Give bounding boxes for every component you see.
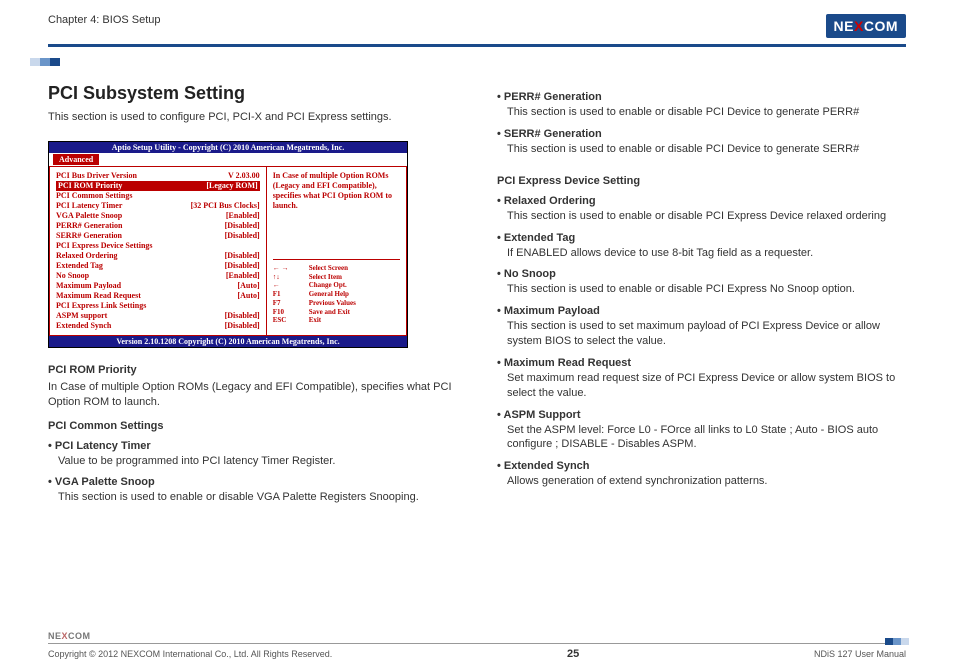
- bios-titlebar: Aptio Setup Utility - Copyright (C) 2010…: [49, 142, 407, 153]
- bios-row: PCI Common Settings: [56, 191, 260, 201]
- bios-screenshot: Aptio Setup Utility - Copyright (C) 2010…: [48, 141, 408, 348]
- bios-help-panel: In Case of multiple Option ROMs (Legacy …: [267, 167, 407, 336]
- bios-help-row: ← →Select Screen: [273, 264, 400, 273]
- bios-help-row: ←Change Opt.: [273, 281, 400, 290]
- bios-row: Relaxed Ordering[Disabled]: [56, 251, 260, 261]
- bios-row: PERR# Generation[Disabled]: [56, 221, 260, 231]
- bios-row: No Snoop[Enabled]: [56, 271, 260, 281]
- relaxed-ordering-head: Relaxed Ordering: [497, 195, 906, 207]
- bios-row: Maximum Read Request[Auto]: [56, 291, 260, 301]
- bios-row: PCI Express Device Settings: [56, 241, 260, 251]
- bios-footer: Version 2.10.1208 Copyright (C) 2010 Ame…: [49, 336, 407, 347]
- brand-logo: NEXCOM: [826, 14, 906, 38]
- perr-head: PERR# Generation: [497, 91, 906, 103]
- bios-row: Maximum Payload[Auto]: [56, 281, 260, 291]
- bios-row: PCI Express Link Settings: [56, 301, 260, 311]
- manual-name: NDiS 127 User Manual: [814, 649, 906, 659]
- bios-row: PCI ROM Priority[Legacy ROM]: [56, 181, 260, 191]
- vga-snoop-head: VGA Palette Snoop: [48, 476, 457, 488]
- bios-help-row: ESCExit: [273, 316, 400, 325]
- ext-synch-desc: Allows generation of extend synchronizat…: [507, 474, 906, 489]
- max-read-desc: Set maximum read request size of PCI Exp…: [507, 371, 906, 401]
- vga-snoop-desc: This section is used to enable or disabl…: [58, 490, 457, 505]
- page-number: 25: [567, 648, 579, 660]
- bios-tab-advanced: Advanced: [53, 154, 99, 165]
- extended-tag-head: Extended Tag: [497, 232, 906, 244]
- latency-timer-head: PCI Latency Timer: [48, 440, 457, 452]
- bios-help-row: F10Save and Exit: [273, 308, 400, 317]
- bios-row: PCI Latency Timer[32 PCI Bus Clocks]: [56, 201, 260, 211]
- bios-row: ASPM support[Disabled]: [56, 311, 260, 321]
- bios-settings-panel: PCI Bus Driver VersionV 2.03.00PCI ROM P…: [49, 167, 267, 336]
- ext-synch-head: Extended Synch: [497, 460, 906, 472]
- bios-row: SERR# Generation[Disabled]: [56, 231, 260, 241]
- max-payload-desc: This section is used to set maximum payl…: [507, 319, 906, 349]
- extended-tag-desc: If ENABLED allows device to use 8-bit Ta…: [507, 246, 906, 261]
- bios-row: Extended Synch[Disabled]: [56, 321, 260, 331]
- no-snoop-head: No Snoop: [497, 268, 906, 280]
- bios-row: Extended Tag[Disabled]: [56, 261, 260, 271]
- rom-priority-desc: In Case of multiple Option ROMs (Legacy …: [48, 380, 457, 410]
- relaxed-ordering-desc: This section is used to enable or disabl…: [507, 209, 906, 224]
- bios-row: PCI Bus Driver VersionV 2.03.00: [56, 171, 260, 181]
- common-settings-head: PCI Common Settings: [48, 420, 457, 432]
- serr-desc: This section is used to enable or disabl…: [507, 142, 906, 157]
- pcie-device-head: PCI Express Device Setting: [497, 175, 906, 187]
- serr-head: SERR# Generation: [497, 128, 906, 140]
- page-title: PCI Subsystem Setting: [48, 83, 457, 104]
- aspm-head: ASPM Support: [497, 409, 906, 421]
- copyright-text: Copyright © 2012 NEXCOM International Co…: [48, 649, 332, 659]
- bios-tip: In Case of multiple Option ROMs (Legacy …: [273, 171, 400, 211]
- aspm-desc: Set the ASPM level: Force L0 - FOrce all…: [507, 423, 906, 453]
- max-payload-head: Maximum Payload: [497, 305, 906, 317]
- footer-logo: NEXCOM: [48, 631, 906, 641]
- latency-timer-desc: Value to be programmed into PCI latency …: [58, 454, 457, 469]
- perr-desc: This section is used to enable or disabl…: [507, 105, 906, 120]
- bios-help-row: F1General Help: [273, 290, 400, 299]
- bios-help-row: F7Previous Values: [273, 299, 400, 308]
- chapter-label: Chapter 4: BIOS Setup: [48, 14, 161, 26]
- intro-text: This section is used to configure PCI, P…: [48, 110, 457, 125]
- max-read-head: Maximum Read Request: [497, 357, 906, 369]
- footer-divider: [48, 643, 906, 644]
- rom-priority-head: PCI ROM Priority: [48, 364, 457, 376]
- header-divider: [48, 44, 906, 47]
- bios-row: VGA Palette Snoop[Enabled]: [56, 211, 260, 221]
- bios-help-row: ↑↓Select Item: [273, 273, 400, 282]
- no-snoop-desc: This section is used to enable or disabl…: [507, 282, 906, 297]
